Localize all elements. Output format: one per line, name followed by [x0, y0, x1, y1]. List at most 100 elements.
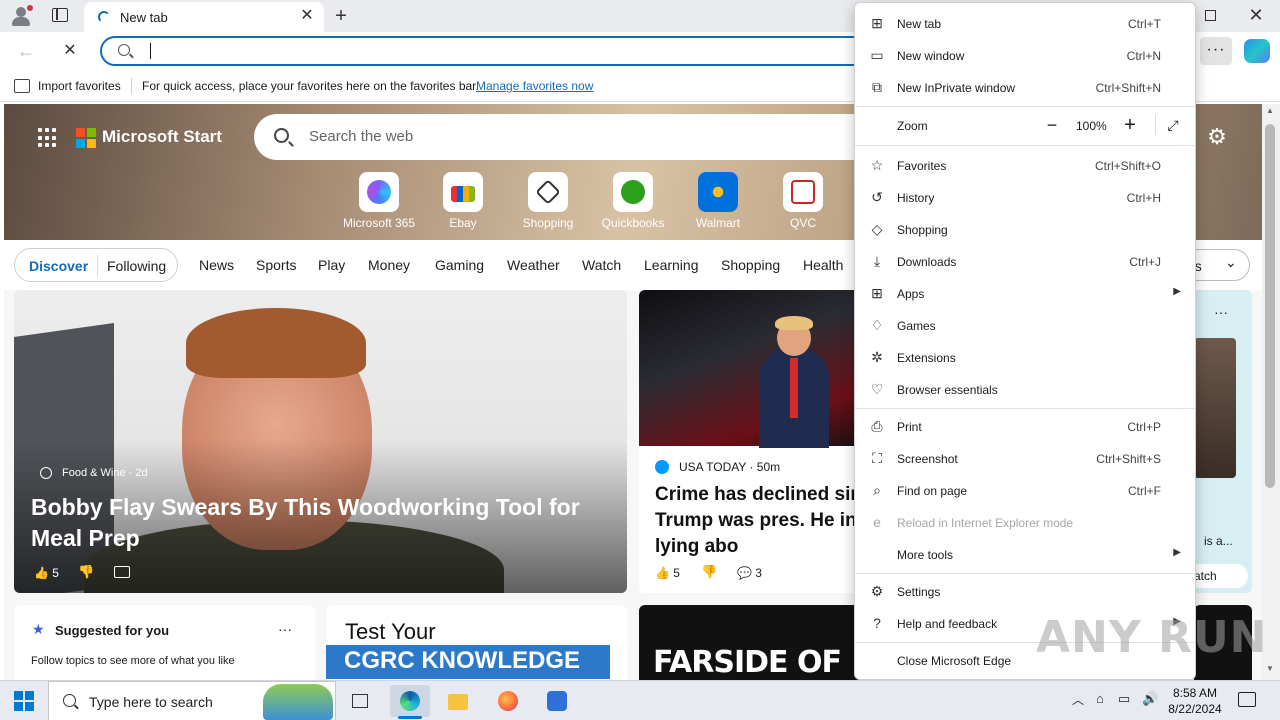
copilot-icon[interactable] [1244, 39, 1270, 63]
tab-new-tab[interactable]: New tab ✕ [84, 2, 324, 32]
article-headline[interactable]: Crime has declined since Donald Trump wa… [655, 482, 879, 560]
import-favorites-button[interactable]: Import favorites [38, 79, 121, 93]
nav-money[interactable]: Money [368, 257, 410, 273]
nav-shopping[interactable]: Shopping [721, 257, 780, 273]
network-icon[interactable]: ▭ [1118, 691, 1130, 707]
quicklink-ebay[interactable]: Ebay [420, 172, 506, 230]
address-bar[interactable] [100, 36, 880, 66]
fullscreen-icon[interactable]: ⤢ [1164, 116, 1182, 134]
back-button[interactable]: ← [14, 40, 38, 62]
tab-following[interactable]: Following [107, 258, 166, 274]
clock[interactable]: 8:58 AM 8/22/2024 [1160, 685, 1230, 717]
suggested-title: Suggested for you [55, 623, 170, 638]
history-icon: ↺ [871, 189, 883, 205]
scroll-down-icon[interactable]: ▼ [1266, 664, 1274, 673]
article-headline[interactable]: Bobby Flay Swears By This Woodworking To… [31, 492, 601, 554]
tab-discover[interactable]: Discover [29, 258, 88, 274]
screenshot-icon: ⛶ [872, 450, 882, 466]
taskbar-file-explorer[interactable] [438, 685, 478, 717]
more-options-icon[interactable]: ··· [278, 621, 292, 637]
tab-actions-icon[interactable] [52, 8, 68, 22]
new-tab-button[interactable]: + [330, 5, 352, 27]
nav-weather[interactable]: Weather [507, 257, 560, 273]
page-settings-gear-icon[interactable]: ⚙ [1206, 126, 1228, 148]
menu-item-new-tab[interactable]: ⊞ New tab Ctrl+T [855, 7, 1195, 39]
task-view-button[interactable] [340, 685, 380, 717]
nav-watch[interactable]: Watch [582, 257, 621, 273]
settings-and-more-button[interactable]: ··· [1200, 37, 1232, 65]
menu-item-shopping[interactable]: ◇ Shopping [855, 213, 1195, 245]
notifications-icon[interactable] [1238, 692, 1256, 707]
maximize-button[interactable] [1190, 6, 1230, 26]
quicklink-microsoft-365[interactable]: Microsoft 365 [336, 172, 422, 230]
dislike-icon[interactable]: 👎 [78, 564, 94, 580]
taskbar-edge[interactable] [390, 685, 430, 719]
menu-shortcut: Ctrl+N [1126, 49, 1161, 63]
news-article-card[interactable]: USA TODAY · 50m Crime has declined since… [639, 290, 879, 593]
comment-icon[interactable] [114, 566, 130, 578]
menu-item-extensions[interactable]: ✲ Extensions [855, 341, 1195, 373]
brand-title[interactable]: Microsoft Start [102, 127, 222, 147]
zoom-in-button[interactable]: + [1119, 114, 1141, 136]
device-icon[interactable]: ⌂ [1096, 691, 1104, 706]
menu-item-history[interactable]: ↺ History Ctrl+H [855, 181, 1195, 213]
nav-health[interactable]: Health [803, 257, 843, 273]
menu-divider [855, 408, 1195, 409]
menu-label: Screenshot [897, 452, 958, 466]
like-button[interactable]: 👍 5 [34, 566, 59, 580]
menu-shortcut: Ctrl+Shift+N [1095, 81, 1161, 95]
nav-gaming[interactable]: Gaming [435, 257, 484, 273]
like-button[interactable]: 👍 5 [655, 566, 680, 580]
taskbar-search-box[interactable]: Type here to search [48, 681, 336, 720]
menu-item-find-on-page[interactable]: ⌕ Find on page Ctrl+F [855, 474, 1195, 506]
menu-item-favorites[interactable]: ☆ Favorites Ctrl+Shift+O [855, 149, 1195, 181]
scroll-up-icon[interactable]: ▲ [1266, 106, 1274, 115]
nav-sports[interactable]: Sports [256, 257, 296, 273]
profile-avatar-icon[interactable] [10, 5, 33, 27]
taskbar-firefox[interactable] [488, 685, 528, 717]
more-options-icon[interactable]: ··· [1214, 304, 1228, 320]
quicklink-quickbooks[interactable]: Quickbooks [590, 172, 676, 230]
tab-close-icon[interactable]: ✕ [298, 7, 316, 25]
ad-card[interactable]: Test Your CGRC KNOWLEDGE [326, 605, 627, 680]
qvc-icon [791, 180, 815, 204]
nav-news[interactable]: News [199, 257, 234, 273]
menu-item-new-inprivate-window[interactable]: ⧉ New InPrivate window Ctrl+Shift+N [855, 71, 1195, 103]
menu-item-apps[interactable]: ⊞ Apps ▶ [855, 277, 1195, 309]
menu-item-browser-essentials[interactable]: ♡ Browser essentials [855, 373, 1195, 405]
volume-icon[interactable]: 🔊 [1142, 691, 1158, 707]
dislike-icon[interactable]: 👎 [701, 564, 717, 580]
menu-item-print[interactable]: ⎙ Print Ctrl+P [855, 410, 1195, 442]
web-search-box[interactable]: Search the web [254, 114, 874, 160]
quicklink-shopping[interactable]: Shopping [505, 172, 591, 230]
feature-article-card[interactable]: Food & Wine · 2d Bobby Flay Swears By Th… [14, 290, 627, 593]
farside-card[interactable]: FARSIDE OF THE [639, 605, 879, 680]
scrollbar[interactable]: ▲ ▼ [1262, 104, 1280, 680]
firefox-icon [498, 691, 518, 711]
menu-item-settings[interactable]: ⚙ Settings [855, 575, 1195, 607]
menu-item-games[interactable]: ♢ Games [855, 309, 1195, 341]
menu-item-more-tools[interactable]: More tools ▶ [855, 538, 1195, 570]
menu-item-screenshot[interactable]: ⛶ Screenshot Ctrl+Shift+S [855, 442, 1195, 474]
close-window-button[interactable]: ✕ [1236, 4, 1276, 26]
comments-button[interactable]: 💬 3 [737, 566, 762, 580]
menu-item-downloads[interactable]: ⤓ Downloads Ctrl+J [855, 245, 1195, 277]
nav-play[interactable]: Play [318, 257, 345, 273]
folder-icon [448, 694, 468, 710]
menu-shortcut: Ctrl+F [1128, 484, 1161, 498]
zoom-out-button[interactable]: − [1041, 115, 1063, 135]
app-launcher-icon[interactable] [38, 128, 58, 148]
manage-favorites-link[interactable]: Manage favorites now [476, 79, 593, 93]
scrollbar-thumb[interactable] [1265, 124, 1275, 488]
quicklink-qvc[interactable]: QVC [760, 172, 846, 230]
chevron-up-icon[interactable]: ︿ [1072, 691, 1084, 708]
nav-learning[interactable]: Learning [644, 257, 699, 273]
watch-button[interactable]: atch [1188, 564, 1248, 588]
import-icon[interactable] [14, 79, 30, 93]
find-icon: ⌕ [873, 482, 881, 498]
menu-item-new-window[interactable]: ▭ New window Ctrl+N [855, 39, 1195, 71]
taskbar-app[interactable] [537, 685, 577, 717]
quicklink-walmart[interactable]: Walmart [675, 172, 761, 230]
stop-loading-button[interactable]: ✕ [58, 40, 82, 62]
start-button[interactable] [14, 691, 34, 711]
